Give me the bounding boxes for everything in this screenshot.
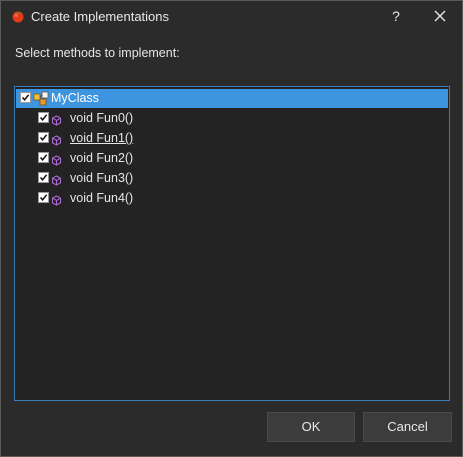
method-checkbox[interactable]: [38, 132, 49, 143]
tree-item-method[interactable]: void Fun4(): [16, 189, 448, 208]
cancel-button[interactable]: Cancel: [363, 412, 452, 442]
methods-tree[interactable]: MyClass void Fun0() void Fun1() void Fun…: [14, 86, 450, 401]
checkmark-icon: [39, 194, 48, 201]
root-checkbox[interactable]: [20, 92, 31, 103]
method-checkbox[interactable]: [38, 152, 49, 163]
tree-item-method[interactable]: void Fun1(): [16, 129, 448, 148]
method-icon: [51, 133, 62, 146]
window-title: Create Implementations: [31, 9, 170, 24]
checkmark-icon: [39, 134, 48, 141]
method-checkbox[interactable]: [38, 192, 49, 203]
method-label: void Fun4(): [70, 191, 134, 205]
instruction-label: Select methods to implement:: [15, 46, 180, 60]
help-button[interactable]: ?: [383, 2, 409, 30]
tree-item-method[interactable]: void Fun0(): [16, 109, 448, 128]
checkmark-icon: [39, 114, 48, 121]
method-icon: [51, 193, 62, 206]
checkmark-icon: [39, 174, 48, 181]
tree-item-myclass[interactable]: MyClass: [16, 89, 448, 108]
checkmark-icon: [21, 94, 30, 101]
checkmark-icon: [39, 154, 48, 161]
method-label: void Fun1(): [70, 131, 134, 145]
tree-item-method[interactable]: void Fun2(): [16, 149, 448, 168]
method-icon: [51, 113, 62, 126]
method-icon: [51, 173, 62, 186]
close-button[interactable]: [426, 2, 454, 30]
method-label: void Fun0(): [70, 111, 134, 125]
method-label: void Fun2(): [70, 151, 134, 165]
title-bar: Create Implementations ?: [1, 1, 462, 32]
method-checkbox[interactable]: [38, 172, 49, 183]
tree-item-method[interactable]: void Fun3(): [16, 169, 448, 188]
method-icon: [51, 153, 62, 166]
method-checkbox[interactable]: [38, 112, 49, 123]
class-icon: [33, 90, 50, 107]
tomato-icon: [11, 9, 25, 23]
create-implementations-dialog: Create Implementations ? Select methods …: [0, 0, 463, 457]
ok-button[interactable]: OK: [267, 412, 355, 442]
method-label: void Fun3(): [70, 171, 134, 185]
tree-item-label: MyClass: [51, 91, 99, 105]
close-icon: [434, 10, 446, 22]
